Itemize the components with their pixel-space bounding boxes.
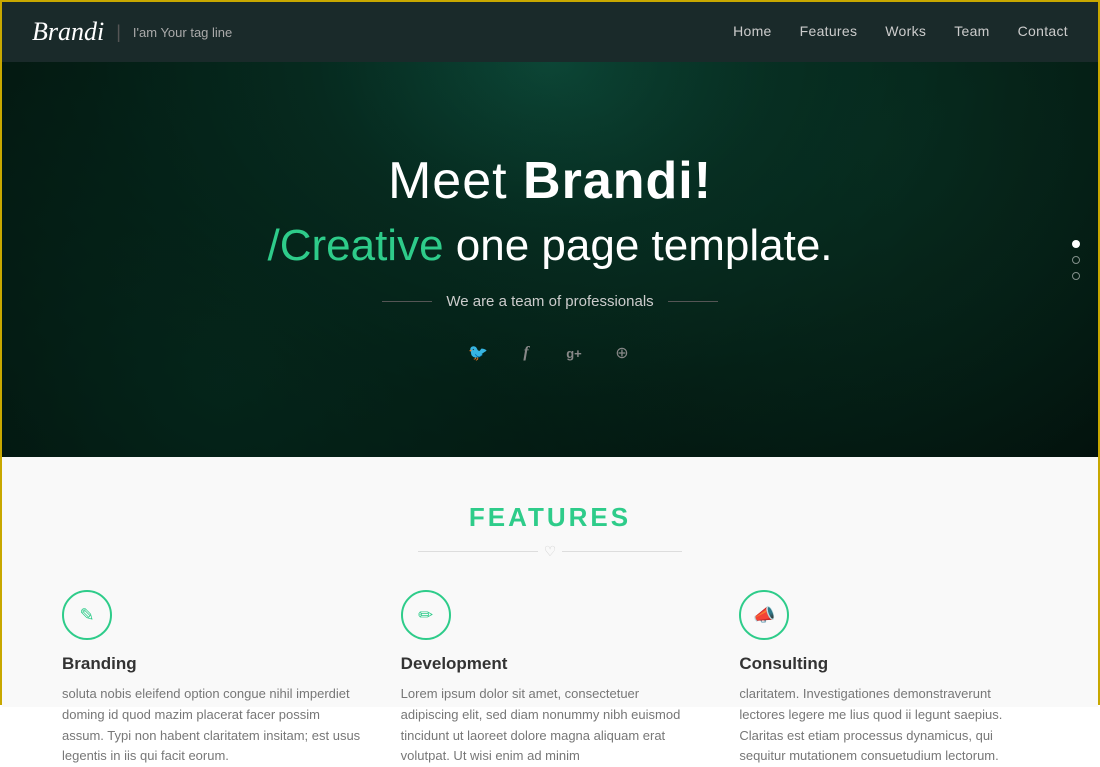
consulting-icon: 📣 (739, 590, 789, 640)
development-title: Development (401, 654, 700, 674)
nav-features[interactable]: Features (800, 23, 858, 39)
features-title: FEATURES (62, 502, 1038, 533)
hero-content: Meet Brandi! /Creative one page template… (267, 151, 832, 368)
development-icon: ✏ (401, 590, 451, 640)
branding-text: soluta nobis eleifend option congue nihi… (62, 684, 361, 767)
hero-tagline: We are a team of professionals (267, 293, 832, 310)
hero-title-bold: Brandi! (523, 152, 712, 210)
google-plus-icon[interactable]: g+ (559, 338, 589, 368)
features-grid: ✎ Branding soluta nobis eleifend option … (62, 590, 1038, 767)
features-divider: ♡ (62, 543, 1038, 560)
slide-dot-1[interactable] (1072, 240, 1080, 248)
nav-menu: Home Features Works Team Contact (733, 23, 1068, 41)
feature-card-branding: ✎ Branding soluta nobis eleifend option … (62, 590, 361, 767)
heart-icon: ♡ (538, 543, 563, 560)
brand-tagline: I'am Your tag line (133, 25, 232, 40)
navbar: Brandi | I'am Your tag line Home Feature… (2, 2, 1098, 62)
slider-dots (1072, 240, 1080, 280)
development-text: Lorem ipsum dolor sit amet, consectetuer… (401, 684, 700, 767)
web-icon[interactable]: ⊕ (607, 338, 637, 368)
consulting-text: claritatem. Investigationes demonstraver… (739, 684, 1038, 767)
hero-section: Meet Brandi! /Creative one page template… (2, 62, 1098, 457)
feature-card-consulting: 📣 Consulting claritatem. Investigationes… (739, 590, 1038, 767)
nav-works[interactable]: Works (885, 23, 926, 39)
branding-icon: ✎ (62, 590, 112, 640)
hero-subtitle: /Creative one page template. (267, 221, 832, 271)
social-icons: 🐦 f g+ ⊕ (267, 338, 832, 368)
hero-subtitle-rest: one page template. (444, 221, 833, 270)
brand: Brandi | I'am Your tag line (32, 17, 232, 47)
features-header: FEATURES ♡ (62, 502, 1038, 560)
brand-logo[interactable]: Brandi (32, 17, 104, 47)
hero-subtitle-accent: /Creative (267, 221, 443, 270)
nav-team[interactable]: Team (954, 23, 989, 39)
nav-home[interactable]: Home (733, 23, 772, 39)
facebook-icon[interactable]: f (511, 338, 541, 368)
brand-separator: | (116, 22, 121, 43)
hero-title-prefix: Meet (388, 152, 523, 210)
features-section: FEATURES ♡ ✎ Branding soluta nobis eleif… (2, 457, 1098, 707)
hero-title: Meet Brandi! (267, 151, 832, 211)
branding-title: Branding (62, 654, 361, 674)
feature-card-development: ✏ Development Lorem ipsum dolor sit amet… (401, 590, 700, 767)
consulting-title: Consulting (739, 654, 1038, 674)
twitter-icon[interactable]: 🐦 (463, 338, 493, 368)
nav-contact[interactable]: Contact (1018, 23, 1068, 39)
slide-dot-2[interactable] (1072, 256, 1080, 264)
slide-dot-3[interactable] (1072, 272, 1080, 280)
